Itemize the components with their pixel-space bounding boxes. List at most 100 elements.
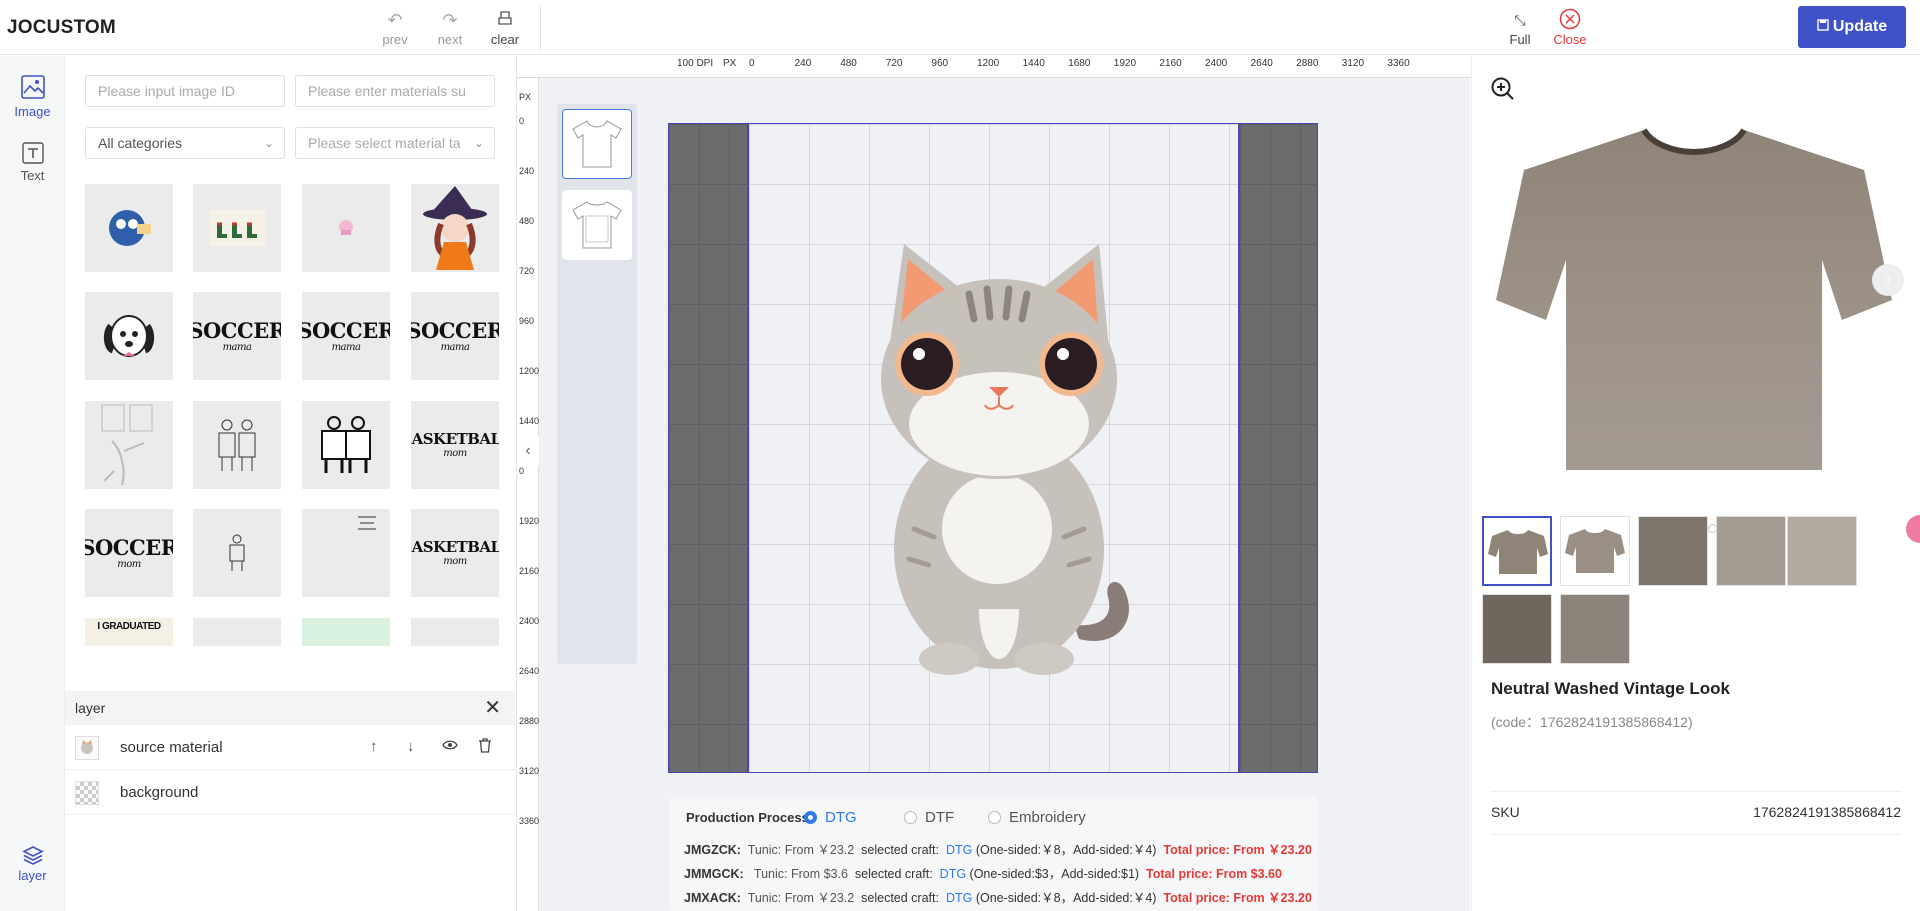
ruler-tick-label: 2880 bbox=[1296, 58, 1319, 69]
material-thumb[interactable]: SOCCER mama bbox=[193, 292, 281, 380]
view-front[interactable] bbox=[562, 109, 632, 179]
arrow-down-icon[interactable]: ↓ bbox=[407, 738, 415, 755]
save-icon bbox=[1817, 18, 1829, 36]
materials-panel: Please input image ID Please enter mater… bbox=[65, 56, 515, 686]
product-pane: Neutral Washed Vintage Look (code：176282… bbox=[1471, 56, 1920, 911]
prev-button[interactable]: ↶ prev bbox=[373, 8, 417, 47]
material-thumb[interactable] bbox=[85, 401, 173, 489]
material-thumb[interactable]: SOCCER mama bbox=[411, 292, 499, 380]
material-thumb[interactable] bbox=[85, 292, 173, 380]
material-thumb[interactable]: BASKETBALLmom bbox=[411, 509, 499, 597]
ruler-tick-label: 240 bbox=[794, 58, 812, 69]
layer-row[interactable]: source material ↑ ↓ bbox=[65, 726, 515, 770]
material-tag-select[interactable]: Please select material ta ⌄ bbox=[295, 127, 495, 159]
ruler-tick-label: 2400 bbox=[519, 616, 540, 626]
close-button[interactable]: Close bbox=[1548, 8, 1592, 47]
carousel-next-icon[interactable]: › bbox=[1872, 264, 1904, 296]
close-circle-icon bbox=[1548, 8, 1592, 32]
fullscreen-button[interactable]: ⤡ Full bbox=[1498, 8, 1542, 47]
gallery-thumb[interactable] bbox=[1482, 594, 1552, 664]
ruler-tick-label: 1200 bbox=[519, 366, 540, 376]
gallery-thumb[interactable] bbox=[1560, 516, 1630, 586]
material-thumb[interactable]: BASKETBALLmom bbox=[411, 401, 499, 489]
material-thumb[interactable] bbox=[85, 184, 173, 272]
arrow-up-icon[interactable]: ↑ bbox=[370, 738, 378, 755]
material-thumb[interactable] bbox=[411, 618, 499, 646]
ruler-unit-label: PX bbox=[519, 92, 532, 102]
rail-layer-tab[interactable]: layer bbox=[0, 845, 65, 883]
canvas-area: 100 DPI PX 0 240 480 720 960 1200 1440 1680 1920… bbox=[516, 56, 1471, 911]
dog-art-icon bbox=[427, 642, 483, 646]
layer-name: background bbox=[120, 784, 199, 801]
checker-icon bbox=[75, 781, 99, 805]
material-thumb[interactable] bbox=[411, 184, 499, 272]
next-button[interactable]: ↷ next bbox=[428, 8, 472, 47]
tshirt-back-icon bbox=[572, 201, 622, 249]
left-rail: Image Text bbox=[0, 56, 65, 911]
ruler-tick-label: 480 bbox=[840, 58, 857, 69]
ruler-tick-label: 480 bbox=[519, 216, 535, 226]
bleed-right bbox=[1240, 124, 1318, 772]
clear-button[interactable]: clear bbox=[483, 8, 527, 47]
blue-monster-sticker-icon bbox=[109, 210, 151, 246]
ruler-top: 100 DPI PX 0 240 480 720 960 1200 1440 1680 1920… bbox=[517, 56, 1471, 78]
material-thumb[interactable]: I GRADUATED bbox=[85, 618, 173, 646]
gallery-thumb[interactable] bbox=[1787, 516, 1857, 586]
radio-embroidery[interactable]: Embroidery bbox=[988, 809, 1086, 826]
view-back[interactable] bbox=[562, 190, 632, 260]
eye-icon[interactable] bbox=[442, 738, 458, 755]
material-thumb[interactable] bbox=[193, 184, 281, 272]
update-button[interactable]: Update bbox=[1798, 6, 1906, 48]
ruler-tick-label: 0 bbox=[519, 116, 525, 126]
pink-cupcake-icon bbox=[339, 220, 353, 235]
eraser-icon bbox=[483, 8, 527, 32]
product-code: (code：1762824191385868412) bbox=[1491, 714, 1693, 730]
production-panel: Production Process: DTG DTF Embroidery J… bbox=[669, 797, 1318, 911]
chevron-down-icon: ⌄ bbox=[473, 136, 484, 150]
ruler-tick-label: 720 bbox=[519, 266, 535, 276]
price-line: JMMGCK: Tunic: From $3.6 selected craft:… bbox=[684, 867, 1282, 881]
layer-row[interactable]: background bbox=[65, 771, 515, 815]
gallery-thumb[interactable] bbox=[1482, 516, 1552, 586]
material-thumb[interactable] bbox=[302, 401, 390, 489]
close-icon[interactable]: ✕ bbox=[484, 691, 501, 725]
material-thumb[interactable]: SOCCER mom bbox=[85, 509, 173, 597]
ruler-tick-label: 3360 bbox=[519, 816, 540, 826]
material-thumb[interactable] bbox=[302, 618, 390, 646]
brand-logo: JOCUSTOM bbox=[7, 17, 116, 38]
design-artboard[interactable] bbox=[668, 123, 1318, 773]
ruler-tick-label: 1680 bbox=[1068, 58, 1091, 69]
gallery-thumb[interactable] bbox=[1560, 594, 1630, 664]
material-label: SOCCER mom bbox=[85, 534, 173, 570]
image-id-input[interactable]: Please input image ID bbox=[85, 75, 285, 107]
ruler-tick-label: 2160 bbox=[519, 566, 540, 576]
gallery-thumb[interactable] bbox=[1638, 516, 1708, 586]
ruler-tick-label: 2160 bbox=[1159, 58, 1182, 69]
layer-name: source material bbox=[120, 739, 223, 756]
material-thumb[interactable] bbox=[302, 509, 390, 597]
material-thumb[interactable] bbox=[302, 184, 390, 272]
material-thumb[interactable]: SOCCER mama bbox=[302, 292, 390, 380]
players-sketch-icon bbox=[218, 419, 256, 471]
rail-text-tab[interactable]: Text bbox=[0, 142, 65, 183]
trash-icon[interactable] bbox=[478, 738, 492, 757]
radio-dtg[interactable]: DTG bbox=[804, 809, 857, 826]
category-select[interactable]: All categories ⌄ bbox=[85, 127, 285, 159]
ruler-tick-label: 1440 bbox=[1022, 58, 1045, 69]
materials-search-input[interactable]: Please enter materials su bbox=[295, 75, 495, 107]
ruler-tick-label: 3120 bbox=[1341, 58, 1365, 69]
material-label: SOCCER mama bbox=[193, 317, 281, 353]
ruler-tick-label: 2640 bbox=[519, 666, 540, 676]
material-thumb[interactable] bbox=[193, 618, 281, 646]
view-switcher bbox=[557, 104, 637, 664]
gallery-thumb[interactable] bbox=[1716, 516, 1786, 586]
material-label: SOCCER mama bbox=[411, 317, 499, 353]
product-main-image[interactable] bbox=[1494, 100, 1894, 500]
redo-icon: ↷ bbox=[442, 10, 458, 30]
material-thumb[interactable] bbox=[193, 401, 281, 489]
radio-dtf[interactable]: DTF bbox=[904, 809, 954, 826]
cat-artwork[interactable] bbox=[859, 239, 1149, 679]
material-thumb[interactable] bbox=[193, 509, 281, 597]
collapse-panel-icon[interactable]: ‹ bbox=[517, 436, 539, 466]
rail-image-tab[interactable]: Image bbox=[0, 74, 65, 119]
